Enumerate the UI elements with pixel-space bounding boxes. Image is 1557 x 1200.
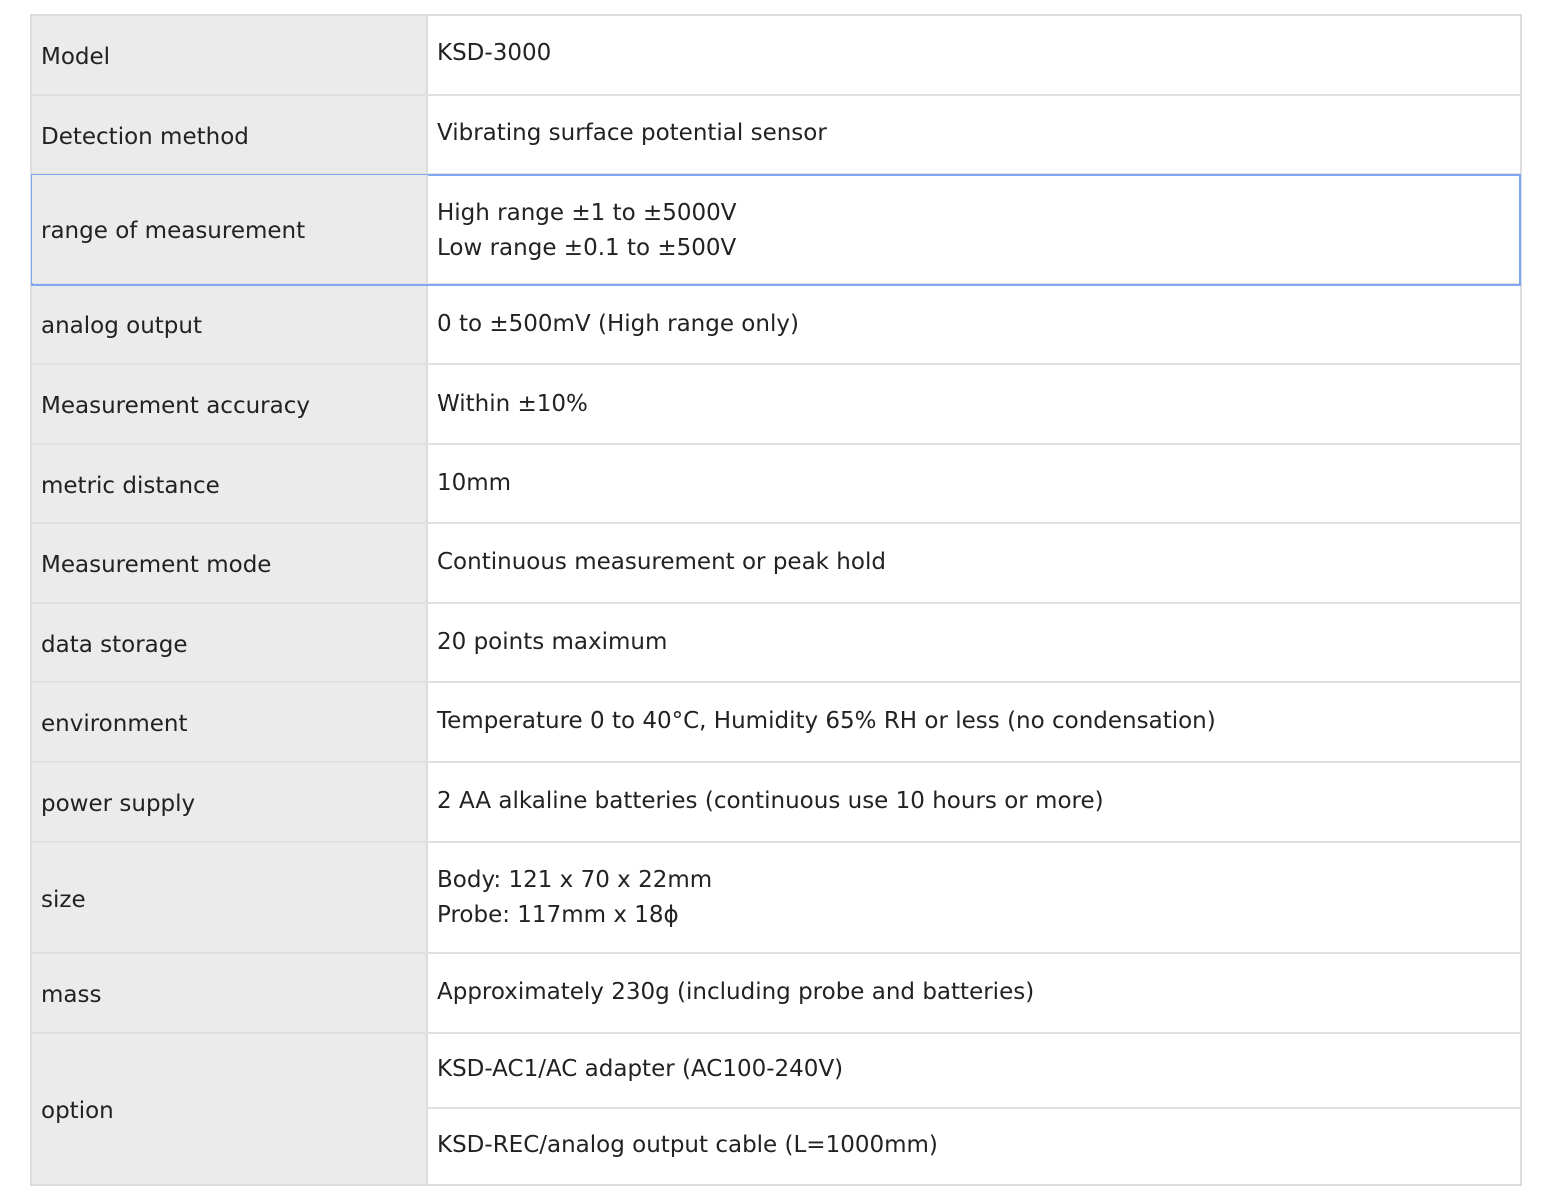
spec-value: Body: 121 x 70 x 22mm Probe: 117mm x 18ϕ: [437, 867, 713, 928]
spec-value-option: KSD-AC1/AC adapter (AC100-240V) KSD-REC/…: [428, 1034, 1520, 1184]
spec-row-analog-output: analog output 0 to ±500mV (High range on…: [32, 285, 1520, 365]
spec-label: Measurement mode: [32, 524, 428, 602]
spec-value: High range ±1 to ±5000V Low range ±0.1 t…: [437, 200, 737, 261]
spec-label: Detection method: [32, 96, 428, 173]
spec-value: Continuous measurement or peak hold: [437, 549, 886, 575]
option-item: KSD-AC1/AC adapter (AC100-240V): [428, 1034, 1520, 1109]
spec-row-data-storage: data storage 20 points maximum: [32, 604, 1520, 683]
spec-row-size: size Body: 121 x 70 x 22mm Probe: 117mm …: [32, 843, 1520, 954]
spec-value: KSD-3000: [437, 40, 552, 66]
spec-row-environment: environment Temperature 0 to 40°C, Humid…: [32, 683, 1520, 763]
spec-row-metric-distance: metric distance 10mm: [32, 445, 1520, 524]
spec-label: Measurement accuracy: [32, 365, 428, 443]
spec-label: analog output: [32, 285, 428, 363]
spec-label: data storage: [32, 604, 428, 681]
spec-value: Approximately 230g (including probe and …: [437, 979, 1035, 1005]
spec-label: Model: [32, 16, 428, 94]
spec-row-power-supply: power supply 2 AA alkaline batteries (co…: [32, 763, 1520, 843]
spec-value: Within ±10%: [437, 391, 588, 417]
spec-label: size: [32, 843, 428, 952]
spec-table: Model KSD-3000 Detection method Vibratin…: [30, 14, 1522, 1186]
spec-value: Temperature 0 to 40°C, Humidity 65% RH o…: [437, 708, 1216, 734]
spec-value: 20 points maximum: [437, 629, 668, 655]
spec-row-mass: mass Approximately 230g (including probe…: [32, 954, 1520, 1034]
spec-label: range of measurement: [32, 175, 428, 283]
spec-value: 2 AA alkaline batteries (continuous use …: [437, 788, 1104, 814]
option-item: KSD-REC/analog output cable (L=1000mm): [437, 1132, 938, 1158]
spec-row-range-of-measurement: range of measurement High range ±1 to ±5…: [31, 174, 1521, 286]
spec-row-model: Model KSD-3000: [32, 16, 1520, 96]
spec-value: Vibrating surface potential sensor: [437, 120, 827, 146]
spec-row-detection-method: Detection method Vibrating surface poten…: [32, 96, 1520, 175]
spec-label: option: [32, 1034, 428, 1184]
spec-row-measurement-mode: Measurement mode Continuous measurement …: [32, 524, 1520, 604]
spec-row-measurement-accuracy: Measurement accuracy Within ±10%: [32, 365, 1520, 445]
spec-row-option: option KSD-AC1/AC adapter (AC100-240V) K…: [32, 1034, 1520, 1184]
spec-value: 0 to ±500mV (High range only): [437, 311, 799, 337]
spec-label: power supply: [32, 763, 428, 841]
spec-label: environment: [32, 683, 428, 761]
spec-label: metric distance: [32, 445, 428, 522]
spec-value: 10mm: [437, 470, 512, 496]
spec-label: mass: [32, 954, 428, 1032]
